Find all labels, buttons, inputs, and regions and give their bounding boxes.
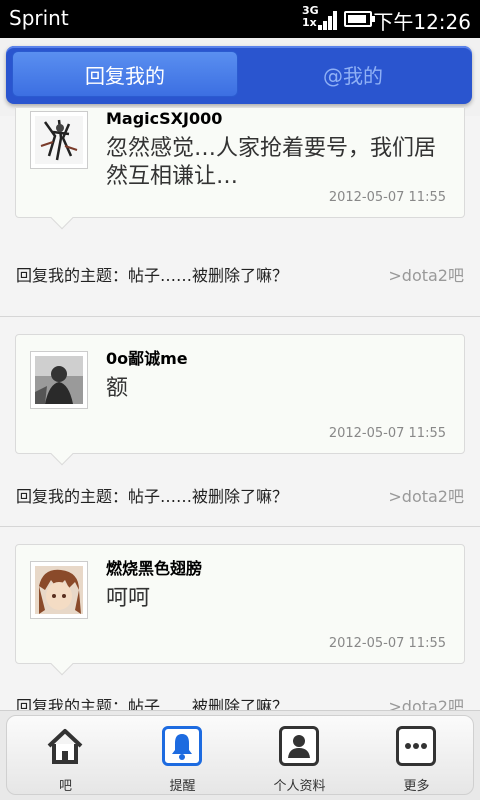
reply-bubble[interactable]: 0o鄙诚me 额 2012-05-07 11:55 (15, 334, 465, 466)
reply-content: 忽然感觉…人家抢着要号，我们居然互相谦让… (106, 136, 437, 189)
nav-label: 吧 (58, 779, 72, 794)
reply-time: 2012-05-07 11:55 (328, 426, 446, 441)
nav-item-profile[interactable]: 个人资料 (241, 716, 358, 796)
reply-bubble[interactable]: 燃烧黑色翅膀 呵呵 2012-05-07 11:55 (15, 544, 465, 676)
reply-topic[interactable]: 回复我的主题：帖子……被删除了嘛？ (16, 483, 288, 507)
signal-icon (316, 10, 338, 30)
reply-content: 额 (106, 376, 129, 401)
more-icon (396, 726, 436, 766)
reply-list[interactable]: MagicSXJ000 忽然感觉…人家抢着要号，我们居然互相谦让… 2012-0… (0, 108, 480, 710)
reply-forum-link[interactable]: >dota2吧 (388, 483, 464, 507)
reply-username[interactable]: 0o鄙诚me (106, 345, 188, 369)
nav-item-more[interactable]: 更多 (358, 716, 475, 796)
avatar[interactable] (30, 111, 88, 169)
nav-label: 个人资料 (273, 779, 326, 794)
avatar[interactable] (30, 351, 88, 409)
nav-label: 更多 (403, 779, 430, 794)
bottom-nav: 吧 提醒 个人资料 更多 (0, 710, 480, 800)
header: 回复我的 @我的 (0, 38, 480, 116)
tab-replies-to-me[interactable]: 回复我的 (12, 51, 238, 97)
nav-label: 提醒 (169, 779, 196, 794)
reply-time: 2012-05-07 11:55 (328, 190, 446, 205)
bell-icon (162, 726, 202, 766)
nav-item-ba[interactable]: 吧 (7, 716, 124, 796)
reply-forum-link[interactable]: >dota2吧 (388, 693, 464, 710)
home-icon (47, 729, 83, 764)
profile-icon (279, 726, 319, 766)
battery-icon (344, 11, 375, 27)
avatar-image (35, 566, 83, 614)
reply-username[interactable]: 燃烧黑色翅膀 (106, 555, 202, 579)
reply-topic[interactable]: 回复我的主题：帖子……被删除了嘛？ (16, 262, 288, 286)
avatar-image (35, 356, 83, 404)
avatar[interactable] (30, 561, 88, 619)
carrier-label: Sprint (9, 6, 69, 30)
reply-forum-link[interactable]: >dota2吧 (388, 262, 464, 286)
status-bar: Sprint 3G 1x 下午12:26 (0, 0, 480, 38)
tab-mentions[interactable]: @我的 (240, 51, 466, 97)
list-item[interactable]: 燃烧黑色翅膀 呵呵 2012-05-07 11:55 回复我的主题：帖子……被删… (0, 527, 480, 710)
list-item[interactable]: 0o鄙诚me 额 2012-05-07 11:55 回复我的主题：帖子……被删除… (0, 317, 480, 527)
reply-username[interactable]: MagicSXJ000 (106, 109, 222, 128)
list-item[interactable]: MagicSXJ000 忽然感觉…人家抢着要号，我们居然互相谦让… 2012-0… (0, 108, 480, 317)
avatar-image (35, 116, 83, 164)
reply-topic[interactable]: 回复我的主题：帖子……被删除了嘛？ (16, 693, 288, 710)
reply-bubble[interactable]: MagicSXJ000 忽然感觉…人家抢着要号，我们居然互相谦让… 2012-0… (15, 108, 465, 230)
status-time: 下午12:26 (373, 10, 471, 34)
tab-bar: 回复我的 @我的 (6, 46, 472, 104)
reply-content: 呵呵 (106, 586, 151, 611)
reply-time: 2012-05-07 11:55 (328, 636, 446, 651)
nav-item-remind[interactable]: 提醒 (124, 716, 241, 796)
